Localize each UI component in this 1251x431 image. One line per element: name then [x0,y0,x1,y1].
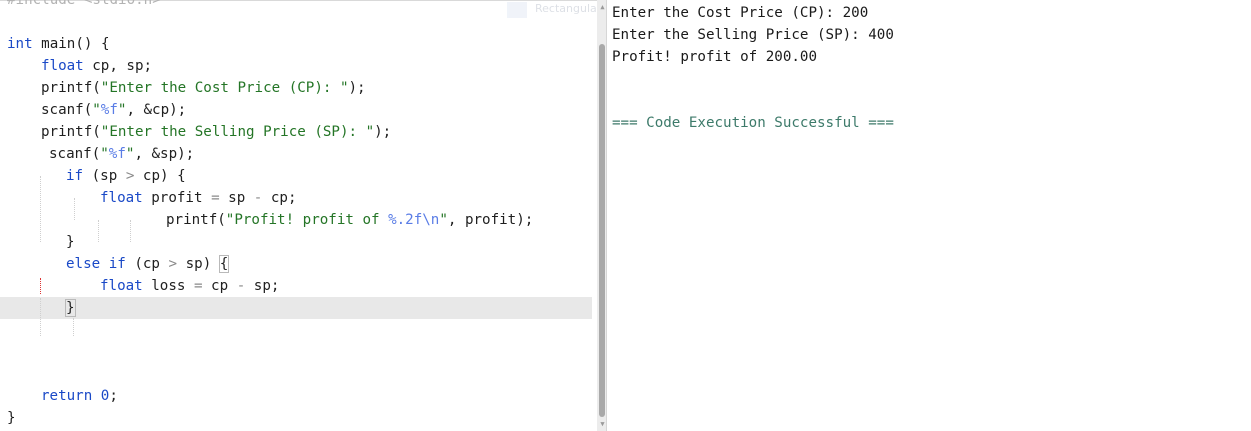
code-line-else-if: else if (cp > sp) { [66,253,230,275]
main-signature: main() { [32,36,110,52]
statement-end: ); [348,80,366,96]
keyword-if: if [108,256,126,272]
indent-guide [130,220,131,242]
code-line-loss-decl: float loss = cp - sp; [100,275,279,297]
operator: = [193,278,203,294]
current-line-highlight [0,297,592,319]
identifier: loss [142,278,194,294]
identifier: sp [219,190,254,206]
code-line-scanf-cp: scanf("%f", &cp); [41,99,186,121]
indent-guide [74,198,75,220]
indent-guide [40,298,41,336]
closing-brace: } [66,234,75,250]
error-marker [40,278,41,294]
code-line-close-if: } [66,231,75,253]
condition-left: (sp [83,168,126,184]
matched-open-brace: { [218,255,230,273]
include-directive: #include <stdio.h> [7,0,161,8]
scanf-call: scanf( [49,146,101,162]
identifier: cp [202,278,237,294]
output-line: Enter the Selling Price (SP): 400 [612,27,894,43]
format-specifier: %f [108,146,126,162]
selection-tool-chip[interactable]: Rectangular [507,0,597,20]
closing-brace: } [7,410,16,426]
condition-left: (cp [125,256,169,272]
keyword-float: float [41,58,84,74]
printf-call: printf( [166,212,226,228]
selection-tool-icon [507,2,527,18]
condition-right: cp) { [134,168,186,184]
keyword-return: return [41,388,93,404]
code-line-printf-sp: printf("Enter the Selling Price (SP): ")… [41,121,391,143]
identifier: sp; [245,278,280,294]
printf-args: , profit); [447,212,534,228]
operator: - [236,278,246,294]
identifier: cp; [262,190,297,206]
code-line-if: if (sp > cp) { [66,165,186,187]
operator: > [168,256,178,272]
string-literal: "Enter the Cost Price (CP): " [100,80,349,96]
string-literal: "Profit! profit of [225,212,389,228]
statement-end: ); [374,124,392,140]
scrollbar-thumb[interactable] [599,44,605,417]
string-quote: " [100,146,109,162]
matched-close-brace: } [65,299,76,317]
output-console: Enter the Cost Price (CP): 200 Enter the… [607,0,1251,431]
keyword-float: float [100,278,143,294]
code-line-close-else: } [65,297,76,319]
code-line-printf-cp: printf("Enter the Cost Price (CP): "); [41,77,366,99]
indent-guide [73,318,74,336]
string-quote: " [92,102,101,118]
string-literal: "Enter the Selling Price (SP): " [100,124,375,140]
code-line-profit-decl: float profit = sp - cp; [100,187,297,209]
keyword-float: float [100,190,143,206]
code-line-main: int main() { [7,33,110,55]
indent-guide [98,220,99,242]
code-line-close-main: } [7,407,16,429]
keyword-if: if [66,168,84,184]
operator: = [211,190,220,206]
scanf-args: , &sp); [134,146,195,162]
output-line: Profit! profit of 200.00 [612,49,817,65]
condition-right: sp) [177,256,220,272]
float-decl-vars: cp, sp; [83,58,153,74]
scanf-call: scanf( [41,102,93,118]
indent-guide [40,176,41,242]
keyword-int: int [7,36,33,52]
output-line: Enter the Cost Price (CP): 200 [612,5,869,21]
code-line-printf-profit: printf("Profit! profit of %.2f\n", profi… [166,209,533,231]
identifier: profit [142,190,212,206]
keyword-else: else [66,256,101,272]
compiler-window: #include <stdio.h> int main() { float cp… [0,0,1251,431]
execution-status: === Code Execution Successful === [612,115,894,131]
code-line-return: return 0; [41,385,118,407]
code-editor[interactable]: #include <stdio.h> int main() { float cp… [0,0,597,431]
string-quote: " [439,212,448,228]
code-line-scanf-sp: scanf("%f", &sp); [49,143,194,165]
code-line-include: #include <stdio.h> [7,0,161,11]
selection-tool-label: Rectangular [535,2,597,15]
scanf-args: , &cp); [126,102,187,118]
statement-end: ; [109,388,118,404]
format-specifier: %.2f\n [388,212,440,228]
printf-call: printf( [41,124,101,140]
format-specifier: %f [100,102,118,118]
code-line-float-decl: float cp, sp; [41,55,152,77]
printf-call: printf( [41,80,101,96]
